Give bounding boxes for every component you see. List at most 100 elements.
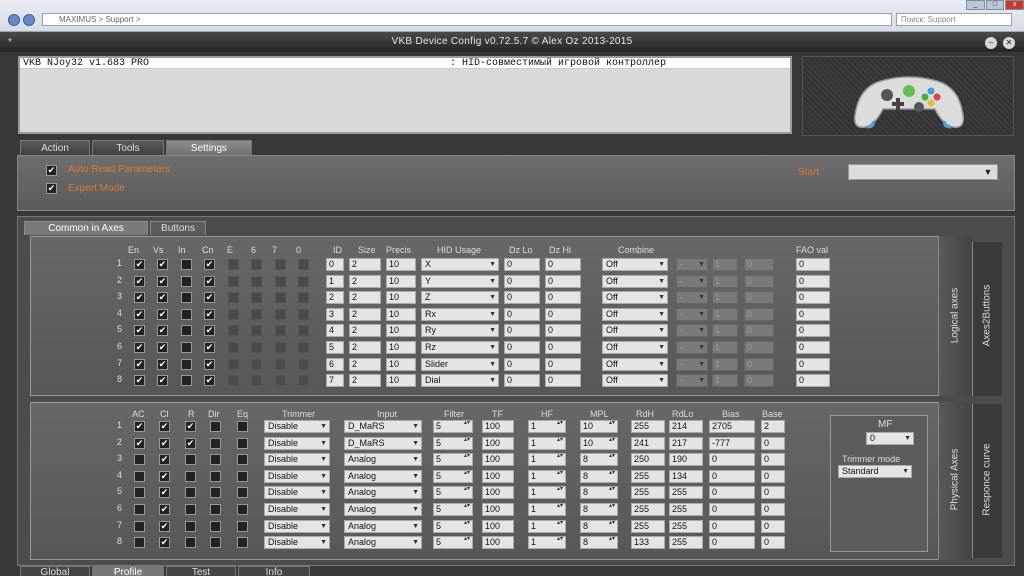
fao-value-field[interactable]: 0	[796, 291, 830, 304]
tf-field[interactable]: 100	[482, 520, 514, 533]
hf-stepper[interactable]: 1	[528, 420, 566, 433]
filter-stepper[interactable]: 5	[433, 470, 473, 483]
axis-id-field[interactable]: 2	[326, 291, 344, 304]
axis-in-checkbox[interactable]	[181, 342, 192, 353]
pin-icon[interactable]: *	[8, 37, 12, 48]
fao-value-field[interactable]: 0	[796, 324, 830, 337]
mpl-stepper[interactable]: 10	[580, 437, 618, 450]
combine-select[interactable]: Off	[602, 374, 668, 387]
physical-r-checkbox[interactable]	[185, 521, 196, 532]
physical-eq-checkbox[interactable]	[237, 487, 248, 498]
deadzone-high-field[interactable]: 0	[545, 258, 581, 271]
search-input[interactable]: Поиск: Support	[896, 13, 1012, 26]
tf-field[interactable]: 100	[482, 420, 514, 433]
deadzone-high-field[interactable]: 0	[545, 374, 581, 387]
filter-stepper[interactable]: 5	[433, 536, 473, 549]
tab-common-axes[interactable]: Common in Axes	[24, 221, 148, 235]
deadzone-high-field[interactable]: 0	[545, 275, 581, 288]
base-field[interactable]: 2	[761, 420, 785, 433]
physical-dir-checkbox[interactable]	[210, 487, 221, 498]
rdlo-field[interactable]: 255	[669, 503, 703, 516]
tab-info[interactable]: Info	[238, 566, 310, 576]
physical-dir-checkbox[interactable]	[210, 521, 221, 532]
physical-ac-checkbox[interactable]	[134, 454, 145, 465]
fao-value-field[interactable]: 0	[796, 374, 830, 387]
input-select[interactable]: Analog	[344, 503, 422, 516]
forward-icon[interactable]	[23, 14, 35, 26]
trimmer-select[interactable]: Disable	[264, 470, 330, 483]
deadzone-high-field[interactable]: 0	[545, 324, 581, 337]
physical-eq-checkbox[interactable]	[237, 454, 248, 465]
physical-r-checkbox[interactable]	[185, 421, 196, 432]
physical-r-checkbox[interactable]	[185, 438, 196, 449]
mpl-stepper[interactable]: 8	[580, 470, 618, 483]
maximize-button[interactable]: □	[985, 0, 1005, 10]
base-field[interactable]: 0	[761, 470, 785, 483]
fao-value-field[interactable]: 0	[796, 341, 830, 354]
base-field[interactable]: 0	[761, 486, 785, 499]
physical-cl-checkbox[interactable]	[159, 454, 170, 465]
combine-select[interactable]: Off	[602, 308, 668, 321]
axis-cn-checkbox[interactable]	[204, 292, 215, 303]
rdlo-field[interactable]: 134	[669, 470, 703, 483]
axis-id-field[interactable]: 1	[326, 275, 344, 288]
address-bar[interactable]: MAXIMUS > Support >	[42, 13, 892, 26]
close-button[interactable]: x	[1005, 0, 1024, 10]
filter-stepper[interactable]: 5	[433, 453, 473, 466]
deadzone-high-field[interactable]: 0	[545, 291, 581, 304]
rdh-field[interactable]: 241	[631, 437, 665, 450]
physical-eq-checkbox[interactable]	[237, 421, 248, 432]
base-field[interactable]: 0	[761, 453, 785, 466]
rdlo-field[interactable]: 190	[669, 453, 703, 466]
deadzone-low-field[interactable]: 0	[504, 308, 540, 321]
minimize-app-icon[interactable]: –	[985, 37, 997, 49]
physical-dir-checkbox[interactable]	[210, 421, 221, 432]
combine-select[interactable]: Off	[602, 258, 668, 271]
axis-cn-checkbox[interactable]	[204, 342, 215, 353]
rdh-field[interactable]: 133	[631, 536, 665, 549]
input-select[interactable]: D_MaRS	[344, 420, 422, 433]
physical-eq-checkbox[interactable]	[237, 471, 248, 482]
physical-ac-checkbox[interactable]	[134, 504, 145, 515]
trimmer-select[interactable]: Disable	[264, 536, 330, 549]
rdlo-field[interactable]: 255	[669, 536, 703, 549]
input-select[interactable]: Analog	[344, 470, 422, 483]
combine-select[interactable]: Off	[602, 324, 668, 337]
physical-dir-checkbox[interactable]	[210, 537, 221, 548]
axis-en-checkbox[interactable]	[134, 359, 145, 370]
deadzone-low-field[interactable]: 0	[504, 358, 540, 371]
physical-cl-checkbox[interactable]	[159, 521, 170, 532]
mpl-stepper[interactable]: 8	[580, 503, 618, 516]
axis-id-field[interactable]: 5	[326, 341, 344, 354]
mpl-stepper[interactable]: 8	[580, 536, 618, 549]
trimmer-select[interactable]: Disable	[264, 420, 330, 433]
physical-ac-checkbox[interactable]	[134, 421, 145, 432]
rdlo-field[interactable]: 214	[669, 420, 703, 433]
axis-in-checkbox[interactable]	[181, 375, 192, 386]
axis-precision-field[interactable]: 10	[386, 291, 416, 304]
axis-precision-field[interactable]: 10	[386, 324, 416, 337]
physical-cl-checkbox[interactable]	[159, 471, 170, 482]
filter-stepper[interactable]: 5	[433, 486, 473, 499]
filter-stepper[interactable]: 5	[433, 503, 473, 516]
axis-cn-checkbox[interactable]	[204, 375, 215, 386]
axis-id-field[interactable]: 4	[326, 324, 344, 337]
physical-dir-checkbox[interactable]	[210, 504, 221, 515]
bias-field[interactable]: 0	[709, 520, 755, 533]
axis-cn-checkbox[interactable]	[204, 359, 215, 370]
expert-mode-checkbox[interactable]	[46, 183, 57, 194]
fao-value-field[interactable]: 0	[796, 275, 830, 288]
hid-usage-select[interactable]: Y	[421, 275, 499, 288]
trimmer-select[interactable]: Disable	[264, 437, 330, 450]
axis-precision-field[interactable]: 10	[386, 341, 416, 354]
mf-select[interactable]: 0	[866, 432, 914, 445]
bias-field[interactable]: 0	[709, 470, 755, 483]
filter-stepper[interactable]: 5	[433, 437, 473, 450]
deadzone-high-field[interactable]: 0	[545, 308, 581, 321]
rdh-field[interactable]: 255	[631, 486, 665, 499]
trimmer-select[interactable]: Disable	[264, 520, 330, 533]
axis-in-checkbox[interactable]	[181, 309, 192, 320]
deadzone-high-field[interactable]: 0	[545, 358, 581, 371]
hf-stepper[interactable]: 1	[528, 520, 566, 533]
base-field[interactable]: 0	[761, 536, 785, 549]
